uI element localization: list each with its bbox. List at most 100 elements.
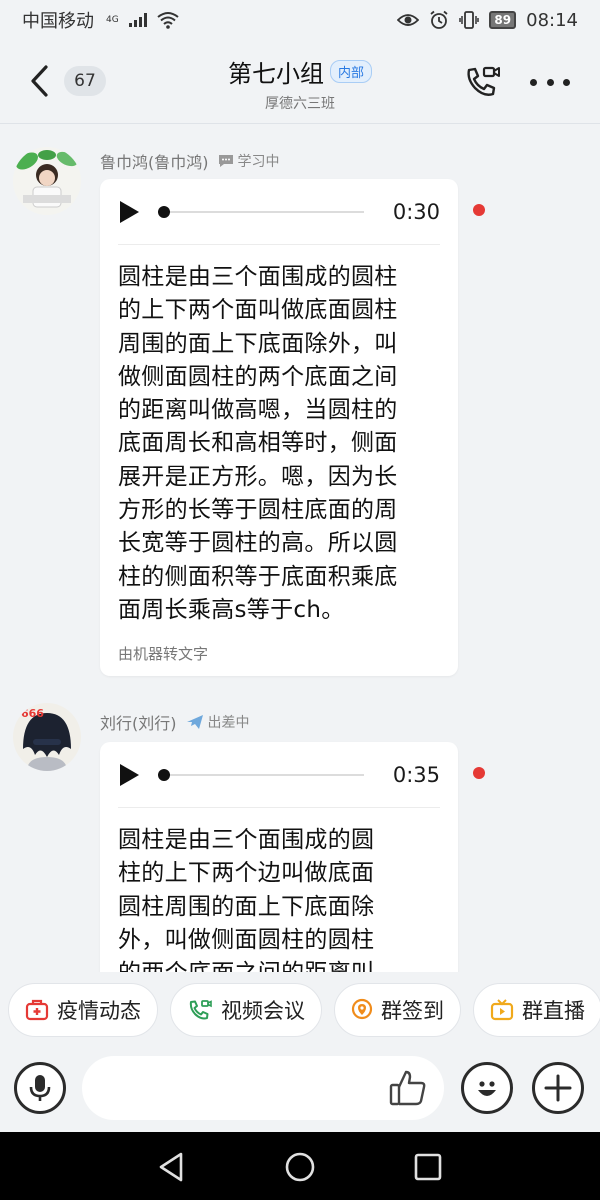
airplane-icon: [186, 715, 203, 729]
live-tv-icon: [490, 999, 514, 1021]
epidemic-updates-button[interactable]: 疫情动态: [8, 983, 158, 1037]
play-button[interactable]: [118, 200, 142, 224]
triangle-back-icon: [159, 1152, 183, 1182]
clock: 08:14: [526, 9, 578, 31]
wifi-icon: [157, 12, 179, 29]
chat-header: 67 第七小组 内部 厚德六三班: [0, 40, 600, 124]
transcript-line: 柱的侧面积等于底面积乘底: [118, 563, 398, 590]
video-call-icon: [189, 1000, 212, 1020]
sender-status: 学习中: [217, 151, 280, 171]
sender-info: 刘行(刘行) 出差中: [100, 710, 250, 734]
medical-kit-icon: [25, 999, 49, 1021]
nav-recents-button[interactable]: [411, 1150, 445, 1184]
carrier-name: 中国移动: [22, 11, 94, 32]
plus-icon: [544, 1074, 572, 1102]
transcript-line: 圆柱是由三个面围成的圆: [118, 827, 375, 853]
transcript-line: 面周长乘高s等于ch。: [118, 596, 345, 623]
transcript-line: 圆柱是由三个面围成的圆柱: [118, 264, 398, 290]
transcript-line: 的上下两个面叫做底面圆柱: [118, 297, 398, 324]
audio-progress-slider[interactable]: [158, 763, 364, 787]
sender-name[interactable]: 刘行(刘行): [100, 710, 177, 734]
battery-indicator: 89: [489, 11, 517, 29]
transcript-line: 的距离叫做高嗯，当圆柱的: [118, 397, 398, 424]
voice-player: 0:30: [118, 179, 440, 245]
transcript-line: 做侧面圆柱的两个底面之间: [118, 363, 398, 390]
microphone-icon: [29, 1075, 51, 1101]
transcript-line: 外，叫做侧面圆柱的圆柱: [118, 926, 375, 953]
avatar-image: [13, 147, 81, 215]
play-button[interactable]: [118, 763, 142, 787]
transcript-line: 底面周长和高相等时，侧面: [118, 430, 398, 457]
unread-dot: [473, 204, 485, 216]
sender-info: 鲁巾鸿(鲁巾鸿) 学习中: [100, 149, 280, 173]
chat-message-list[interactable]: 鲁巾鸿(鲁巾鸿) 学习中 0:30 圆柱是由三个面围成的圆柱 的上下两个面叫做底…: [0, 125, 600, 972]
network-type: 4G: [106, 15, 119, 25]
transcript-line: 展开是正方形。嗯，因为长: [118, 463, 398, 490]
circle-home-icon: [285, 1152, 315, 1182]
play-icon: [120, 200, 139, 223]
avatar-image: 666: [13, 703, 81, 771]
chip-label: 群签到: [381, 999, 444, 1023]
smiley-face-icon: [478, 1081, 496, 1096]
sender-status-text: 学习中: [237, 154, 280, 170]
more-dot-icon: [546, 78, 554, 86]
voice-player: 0:35: [118, 742, 440, 808]
unread-dot: [473, 767, 485, 779]
voice-message-bubble[interactable]: 0:30 圆柱是由三个面围成的圆柱 的上下两个面叫做底面圆柱 周围的面上下底面除…: [100, 179, 458, 677]
voice-message-bubble[interactable]: 0:35 圆柱是由三个面围成的圆 柱的上下两个边叫做底面 圆柱周围的面上下底面除…: [100, 742, 458, 972]
voice-input-button[interactable]: [14, 1062, 66, 1114]
transcript-line: 柱的上下两个边叫做底面: [118, 860, 375, 887]
chip-label: 群直播: [522, 999, 585, 1023]
audio-duration: 0:35: [392, 762, 440, 787]
nav-home-button[interactable]: [283, 1150, 317, 1184]
transcript-line: 方形的长等于圆柱底面的周: [118, 497, 398, 524]
transcript-text: 圆柱是由三个面围成的圆柱 的上下两个面叫做底面圆柱 周围的面上下底面除外，叫 做…: [118, 245, 440, 627]
more-dot-icon: [563, 78, 570, 86]
system-navigation-bar: [0, 1132, 600, 1200]
group-title: 第七小组: [227, 60, 324, 88]
audio-progress-slider[interactable]: [158, 200, 364, 224]
phone-video-icon: [467, 66, 500, 96]
avatar[interactable]: 666: [13, 703, 81, 771]
chip-label: 视频会议: [221, 999, 305, 1023]
title-area[interactable]: 第七小组 内部 厚德六三班: [0, 54, 600, 113]
more-options-button[interactable]: [530, 70, 570, 94]
progress-handle[interactable]: [158, 205, 170, 218]
sender-status: 出差中: [185, 712, 250, 732]
sender-status-text: 出差中: [207, 715, 250, 731]
chat-bubble-icon: [218, 155, 233, 167]
chip-label: 疫情动态: [57, 999, 141, 1023]
play-icon: [120, 763, 139, 786]
nav-back-button[interactable]: [155, 1150, 189, 1184]
progress-track: [164, 210, 364, 213]
transcript-line: 的两个底面之间的距离叫: [118, 957, 440, 972]
quick-actions-bar: 疫情动态 视频会议 群签到 群直播: [0, 975, 600, 1045]
transcript-line: 长宽等于圆柱的高。所以圆: [118, 530, 398, 557]
transcript-line: 圆柱周围的面上下底面除: [118, 893, 375, 920]
avatar[interactable]: [13, 147, 81, 215]
internal-badge: 内部: [329, 60, 372, 83]
add-attachment-button[interactable]: [532, 1062, 584, 1114]
emoji-button[interactable]: [461, 1062, 513, 1114]
thumbs-up-button[interactable]: [388, 1068, 428, 1108]
vibrate-icon: [459, 11, 480, 29]
group-checkin-button[interactable]: 群签到: [334, 983, 461, 1037]
thumbs-up-icon: [389, 1070, 426, 1106]
progress-handle[interactable]: [158, 768, 170, 781]
message-input-bar: [0, 1050, 600, 1130]
eye-comfort-icon: [397, 14, 420, 26]
phone-video-call-button[interactable]: [462, 62, 502, 102]
square-recents-icon: [414, 1153, 442, 1181]
transcript-line: 周围的面上下底面除外，叫: [118, 330, 398, 357]
transcript-text: 圆柱是由三个面围成的圆 柱的上下两个边叫做底面 圆柱周围的面上下底面除 外，叫做…: [118, 808, 440, 972]
group-subtitle: 厚德六三班: [265, 96, 335, 112]
video-meeting-button[interactable]: 视频会议: [170, 983, 322, 1037]
alarm-icon: [430, 10, 448, 29]
group-live-button[interactable]: 群直播: [473, 983, 600, 1037]
audio-duration: 0:30: [392, 199, 440, 224]
progress-track: [164, 773, 364, 776]
machine-transcription-note: 由机器转文字: [118, 645, 209, 664]
sender-name[interactable]: 鲁巾鸿(鲁巾鸿): [100, 149, 209, 173]
status-bar: 中国移动 4G 89 08:14: [0, 0, 600, 40]
svg-text:666: 666: [21, 707, 44, 720]
